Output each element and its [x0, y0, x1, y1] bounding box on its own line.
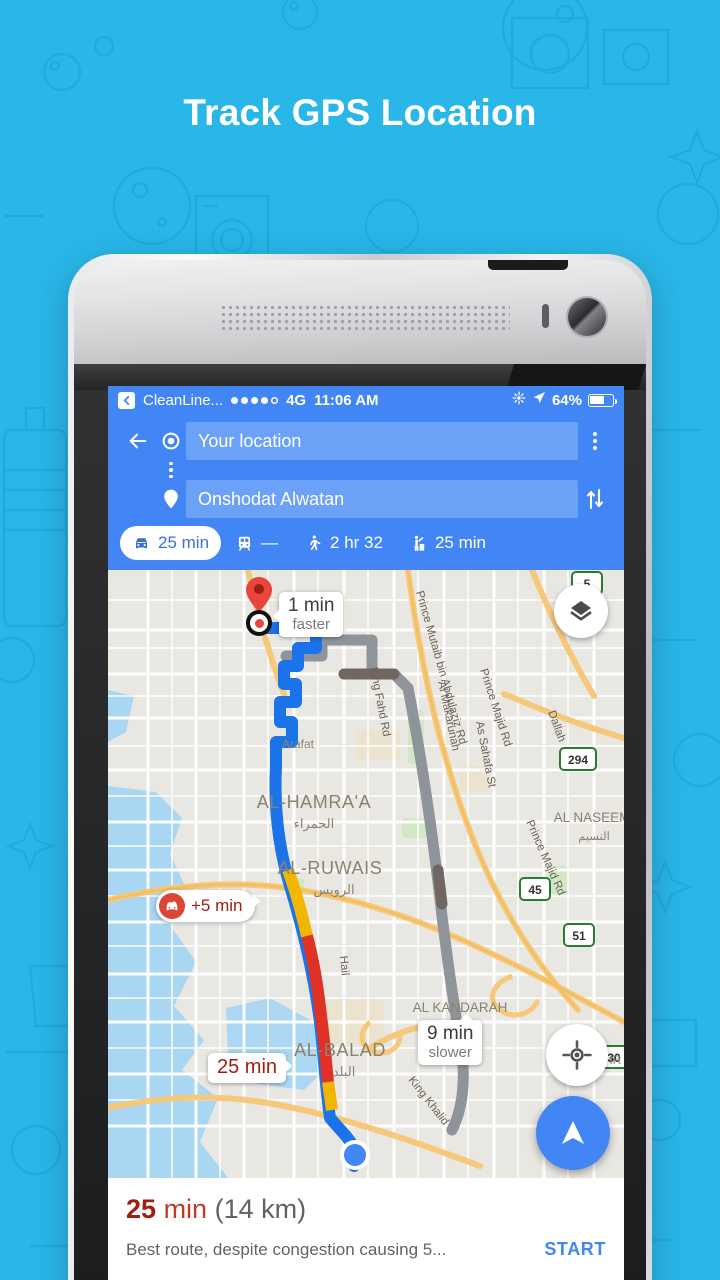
- callout-primary-time: 25 min: [217, 1056, 278, 1078]
- callout-faster-time: 1 min: [288, 595, 335, 616]
- callout-primary-route[interactable]: 25 min: [208, 1053, 293, 1083]
- map-canvas[interactable]: 5 294 45 51: [108, 570, 624, 1178]
- traffic-car-icon: [159, 893, 185, 919]
- phone-body: CleanLine... 4G 11:06 AM 64% Your locati…: [74, 260, 646, 1280]
- battery-icon: [588, 393, 618, 407]
- start-button[interactable]: START: [544, 1239, 606, 1260]
- overflow-menu-icon[interactable]: [578, 432, 612, 450]
- route-detail-row: Best route, despite congestion causing 5…: [126, 1239, 606, 1260]
- origin-input[interactable]: Your location: [186, 422, 578, 460]
- traffic-incident-label: +5 min: [191, 896, 243, 915]
- phone-mockup: CleanLine... 4G 11:06 AM 64% Your locati…: [68, 254, 652, 1280]
- traffic-incident-badge[interactable]: +5 min: [156, 890, 259, 922]
- my-location-button[interactable]: [546, 1024, 608, 1086]
- route-connector-row: [120, 460, 612, 480]
- route-eta-value: 25: [126, 1194, 157, 1224]
- origin-row: Your location: [120, 422, 612, 460]
- proximity-sensor: [542, 304, 549, 328]
- callout-slower-time: 9 min: [427, 1023, 474, 1044]
- brightness-icon: [512, 391, 526, 409]
- origin-location-marker: [344, 1144, 366, 1166]
- route-connector-dots: [156, 460, 186, 480]
- travel-mode-rideshare[interactable]: 25 min: [397, 526, 498, 560]
- map-overlay-controls: 1 min faster 9 min slower 25 min +5 min: [108, 570, 624, 1178]
- swap-vertical-icon[interactable]: [578, 488, 612, 510]
- route-eta-row: 25 min (14 km): [126, 1194, 606, 1225]
- status-bar: CleanLine... 4G 11:06 AM 64%: [108, 386, 624, 414]
- location-arrow-icon: [532, 391, 546, 409]
- navigation-arrow-icon: [562, 1121, 584, 1144]
- callout-slower-route[interactable]: 9 min slower: [418, 1014, 483, 1065]
- travel-mode-transit[interactable]: —: [223, 526, 290, 560]
- travel-mode-driving-label: 25 min: [158, 533, 210, 552]
- front-camera: [568, 298, 606, 336]
- phone-screen: CleanLine... 4G 11:06 AM 64% Your locati…: [108, 386, 624, 1280]
- signal-strength-dots: [231, 396, 278, 404]
- directions-search-header: Your location Onshodat Alwatan 25 min — …: [108, 414, 624, 570]
- route-description: Best route, despite congestion causing 5…: [126, 1239, 447, 1259]
- current-location-icon: [156, 432, 186, 450]
- my-location-icon: [562, 1040, 592, 1070]
- map-pin-icon: [156, 489, 186, 509]
- map-layers-button[interactable]: [554, 584, 608, 638]
- phone-top-notch: [488, 260, 568, 270]
- earpiece-speaker: [220, 304, 510, 330]
- status-back-icon[interactable]: [118, 391, 135, 409]
- route-eta-unit: min: [163, 1194, 208, 1224]
- travel-mode-driving[interactable]: 25 min: [120, 526, 222, 560]
- travel-mode-tabs: 25 min — 2 hr 32 25 min: [120, 518, 612, 570]
- page-headline: Track GPS Location: [183, 92, 537, 133]
- travel-mode-transit-label: —: [261, 533, 279, 552]
- travel-mode-walking[interactable]: 2 hr 32: [292, 526, 395, 560]
- route-summary-card: 25 min (14 km) Best route, despite conge…: [108, 1178, 624, 1278]
- phone-top-cap: [74, 260, 646, 364]
- back-arrow-icon[interactable]: [120, 430, 156, 452]
- callout-faster-route[interactable]: 1 min faster: [272, 592, 344, 637]
- destination-row: Onshodat Alwatan: [120, 480, 612, 518]
- travel-mode-walking-label: 2 hr 32: [330, 533, 383, 552]
- status-time: 11:06 AM: [314, 391, 379, 409]
- route-distance: (14 km): [214, 1194, 307, 1224]
- status-right-group: 64%: [512, 391, 618, 409]
- status-carrier: CleanLine...: [143, 391, 224, 409]
- layers-icon: [570, 601, 592, 621]
- callout-faster-sub: faster: [292, 615, 330, 633]
- start-navigation-button[interactable]: [536, 1096, 610, 1170]
- battery-percent: 64%: [551, 391, 582, 409]
- callout-slower-sub: slower: [428, 1043, 472, 1061]
- status-network: 4G: [286, 391, 307, 409]
- destination-input[interactable]: Onshodat Alwatan: [186, 480, 578, 518]
- travel-mode-rideshare-label: 25 min: [434, 533, 486, 552]
